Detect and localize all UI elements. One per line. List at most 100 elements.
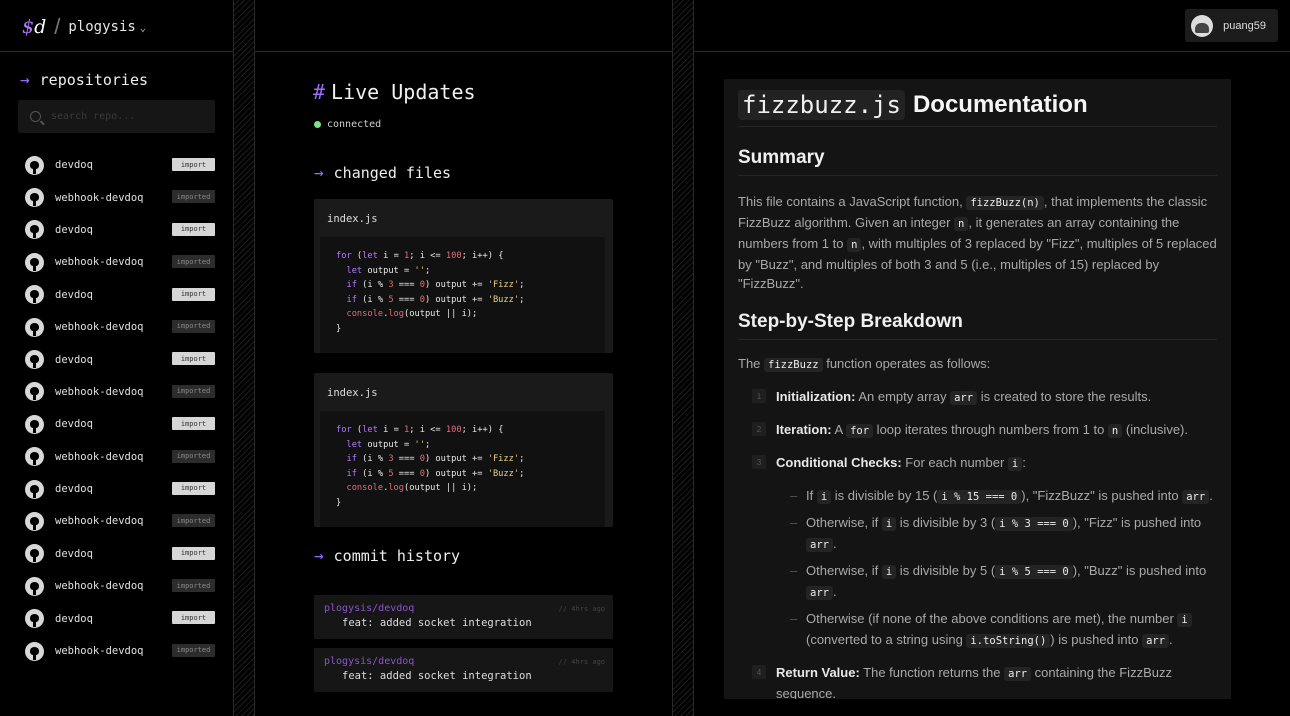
imported-badge: imported [172,190,215,204]
github-icon [25,317,44,337]
doc-title-word: Documentation [912,90,1088,118]
repo-name: devdoq [55,418,93,431]
arrow-right-icon: → [314,163,324,182]
step-item: 4 Return Value: The function returns the… [738,663,1217,699]
repo-list: devdoq import webhook-devdoq imported devdoq… [25,149,215,667]
step-item: 1 Initialization: An empty array arr is … [738,387,1217,408]
github-icon [25,382,44,402]
changed-file-card[interactable]: index.js for (let i = 1; i <= 100; i++) … [314,199,613,353]
import-button[interactable]: import [172,287,215,301]
repo-list-item[interactable]: webhook-devdoq imported [25,311,215,343]
search-input[interactable] [51,111,201,122]
github-icon [25,479,44,499]
repo-list-item[interactable]: devdoq import [25,602,215,634]
import-button[interactable]: import [172,546,215,560]
import-button[interactable]: import [172,481,215,495]
org-switcher[interactable]: plogysis ⌄ [68,19,145,35]
divider-right [672,0,694,716]
repo-list-item[interactable]: webhook-devdoq imported [25,246,215,278]
imported-badge: imported [172,319,215,333]
repo-name: webhook-devdoq [55,450,144,463]
github-icon [25,609,44,629]
sidebar: → repositories devdoq import webhook-devdo… [0,52,233,716]
repo-list-item[interactable]: devdoq import [25,538,215,570]
repo-list-item[interactable]: webhook-devdoq imported [25,570,215,602]
repo-name: webhook-devdoq [55,256,144,269]
code-block: for (let i = 1; i <= 100; i++) { let out… [320,411,605,527]
changed-files-heading: → changed files [314,163,452,182]
import-button[interactable]: import [172,158,215,171]
doc-file-name: fizzbuzz.js [738,89,905,120]
import-button[interactable]: import [172,352,215,366]
summary-heading: Summary [738,147,1217,176]
step-number: 2 [752,422,766,436]
brand: $d / plogysis ⌄ [22,14,146,40]
repo-name: webhook-devdoq [55,191,144,204]
github-icon [25,220,44,240]
step-number: 4 [752,665,766,679]
repo-name: webhook-devdoq [55,385,144,398]
step-number: 1 [752,389,766,403]
arrow-right-icon: → [314,546,324,565]
repo-name: webhook-devdoq [55,321,144,334]
repo-name: webhook-devdoq [55,580,144,593]
repo-name: devdoq [55,223,93,236]
step-number: 3 [752,455,766,469]
import-button[interactable]: import [172,611,215,625]
github-icon [25,252,44,272]
repo-name: devdoq [55,612,93,625]
chevron-down-icon: ⌄ [139,23,146,34]
repo-list-item[interactable]: webhook-devdoq imported [25,376,215,408]
user-menu[interactable]: puang59 [1185,9,1278,42]
breadcrumb-separator: / [54,14,61,39]
repo-name: devdoq [55,547,93,560]
commit-item[interactable]: plogysis/devdoq // 4hrs ago feat: added … [314,648,613,692]
github-icon [25,447,44,467]
summary-text: This file contains a JavaScript function… [738,194,1217,291]
arrow-right-icon: → [20,70,30,89]
changed-file-card[interactable]: index.js for (let i = 1; i <= 100; i++) … [314,373,613,527]
github-icon [25,576,44,596]
code-block: for (let i = 1; i <= 100; i++) { let out… [320,237,605,353]
repo-list-item[interactable]: devdoq import [25,149,215,181]
commit-message: feat: added socket integration [342,670,532,682]
repo-list-item[interactable]: webhook-devdoq imported [25,181,215,213]
repo-name: webhook-devdoq [55,515,144,528]
github-icon [25,641,44,661]
repo-list-item[interactable]: webhook-devdoq imported [25,505,215,537]
divider-left [233,0,255,716]
search-box[interactable] [18,100,215,133]
file-name: index.js [327,387,378,399]
doc-title: fizzbuzz.js Documentation [738,87,1217,127]
sub-step-item: Otherwise, if i is divisible by 3 (i % 3… [738,513,1217,555]
repo-list-item[interactable]: devdoq import [25,279,215,311]
repo-list-item[interactable]: webhook-devdoq imported [25,441,215,473]
logo[interactable]: $d [22,16,46,38]
commit-item[interactable]: plogysis/devdoq // 4hrs ago feat: added … [314,595,613,639]
repo-name: devdoq [55,483,93,496]
imported-badge: imported [172,255,215,269]
repo-list-item[interactable]: webhook-devdoq imported [25,635,215,667]
repo-list-item[interactable]: devdoq import [25,343,215,375]
github-icon [25,544,44,564]
github-icon [25,155,44,175]
top-bar: $d / plogysis ⌄ puang59 [0,0,1290,52]
repo-list-item[interactable]: devdoq import [25,408,215,440]
repositories-heading: → repositories [20,70,149,89]
repo-list-item[interactable]: devdoq import [25,214,215,246]
import-button[interactable]: import [172,222,215,236]
imported-badge: imported [172,384,215,398]
live-updates-panel: # Live Updates connected → changed files … [256,52,672,716]
file-name: index.js [327,213,378,225]
commit-time: // 4hrs ago [558,605,605,613]
github-icon [25,188,44,208]
repo-list-item[interactable]: devdoq import [25,473,215,505]
connection-status: connected [314,119,381,130]
sub-step-item: If i is divisible by 15 (i % 15 === 0), … [738,486,1217,507]
import-button[interactable]: import [172,417,215,431]
repo-name: webhook-devdoq [55,645,144,658]
steps-heading: Step-by-Step Breakdown [738,311,1217,340]
commit-message: feat: added socket integration [342,617,532,629]
github-icon [25,414,44,434]
sub-step-item: Otherwise (if none of the above conditio… [738,609,1217,651]
